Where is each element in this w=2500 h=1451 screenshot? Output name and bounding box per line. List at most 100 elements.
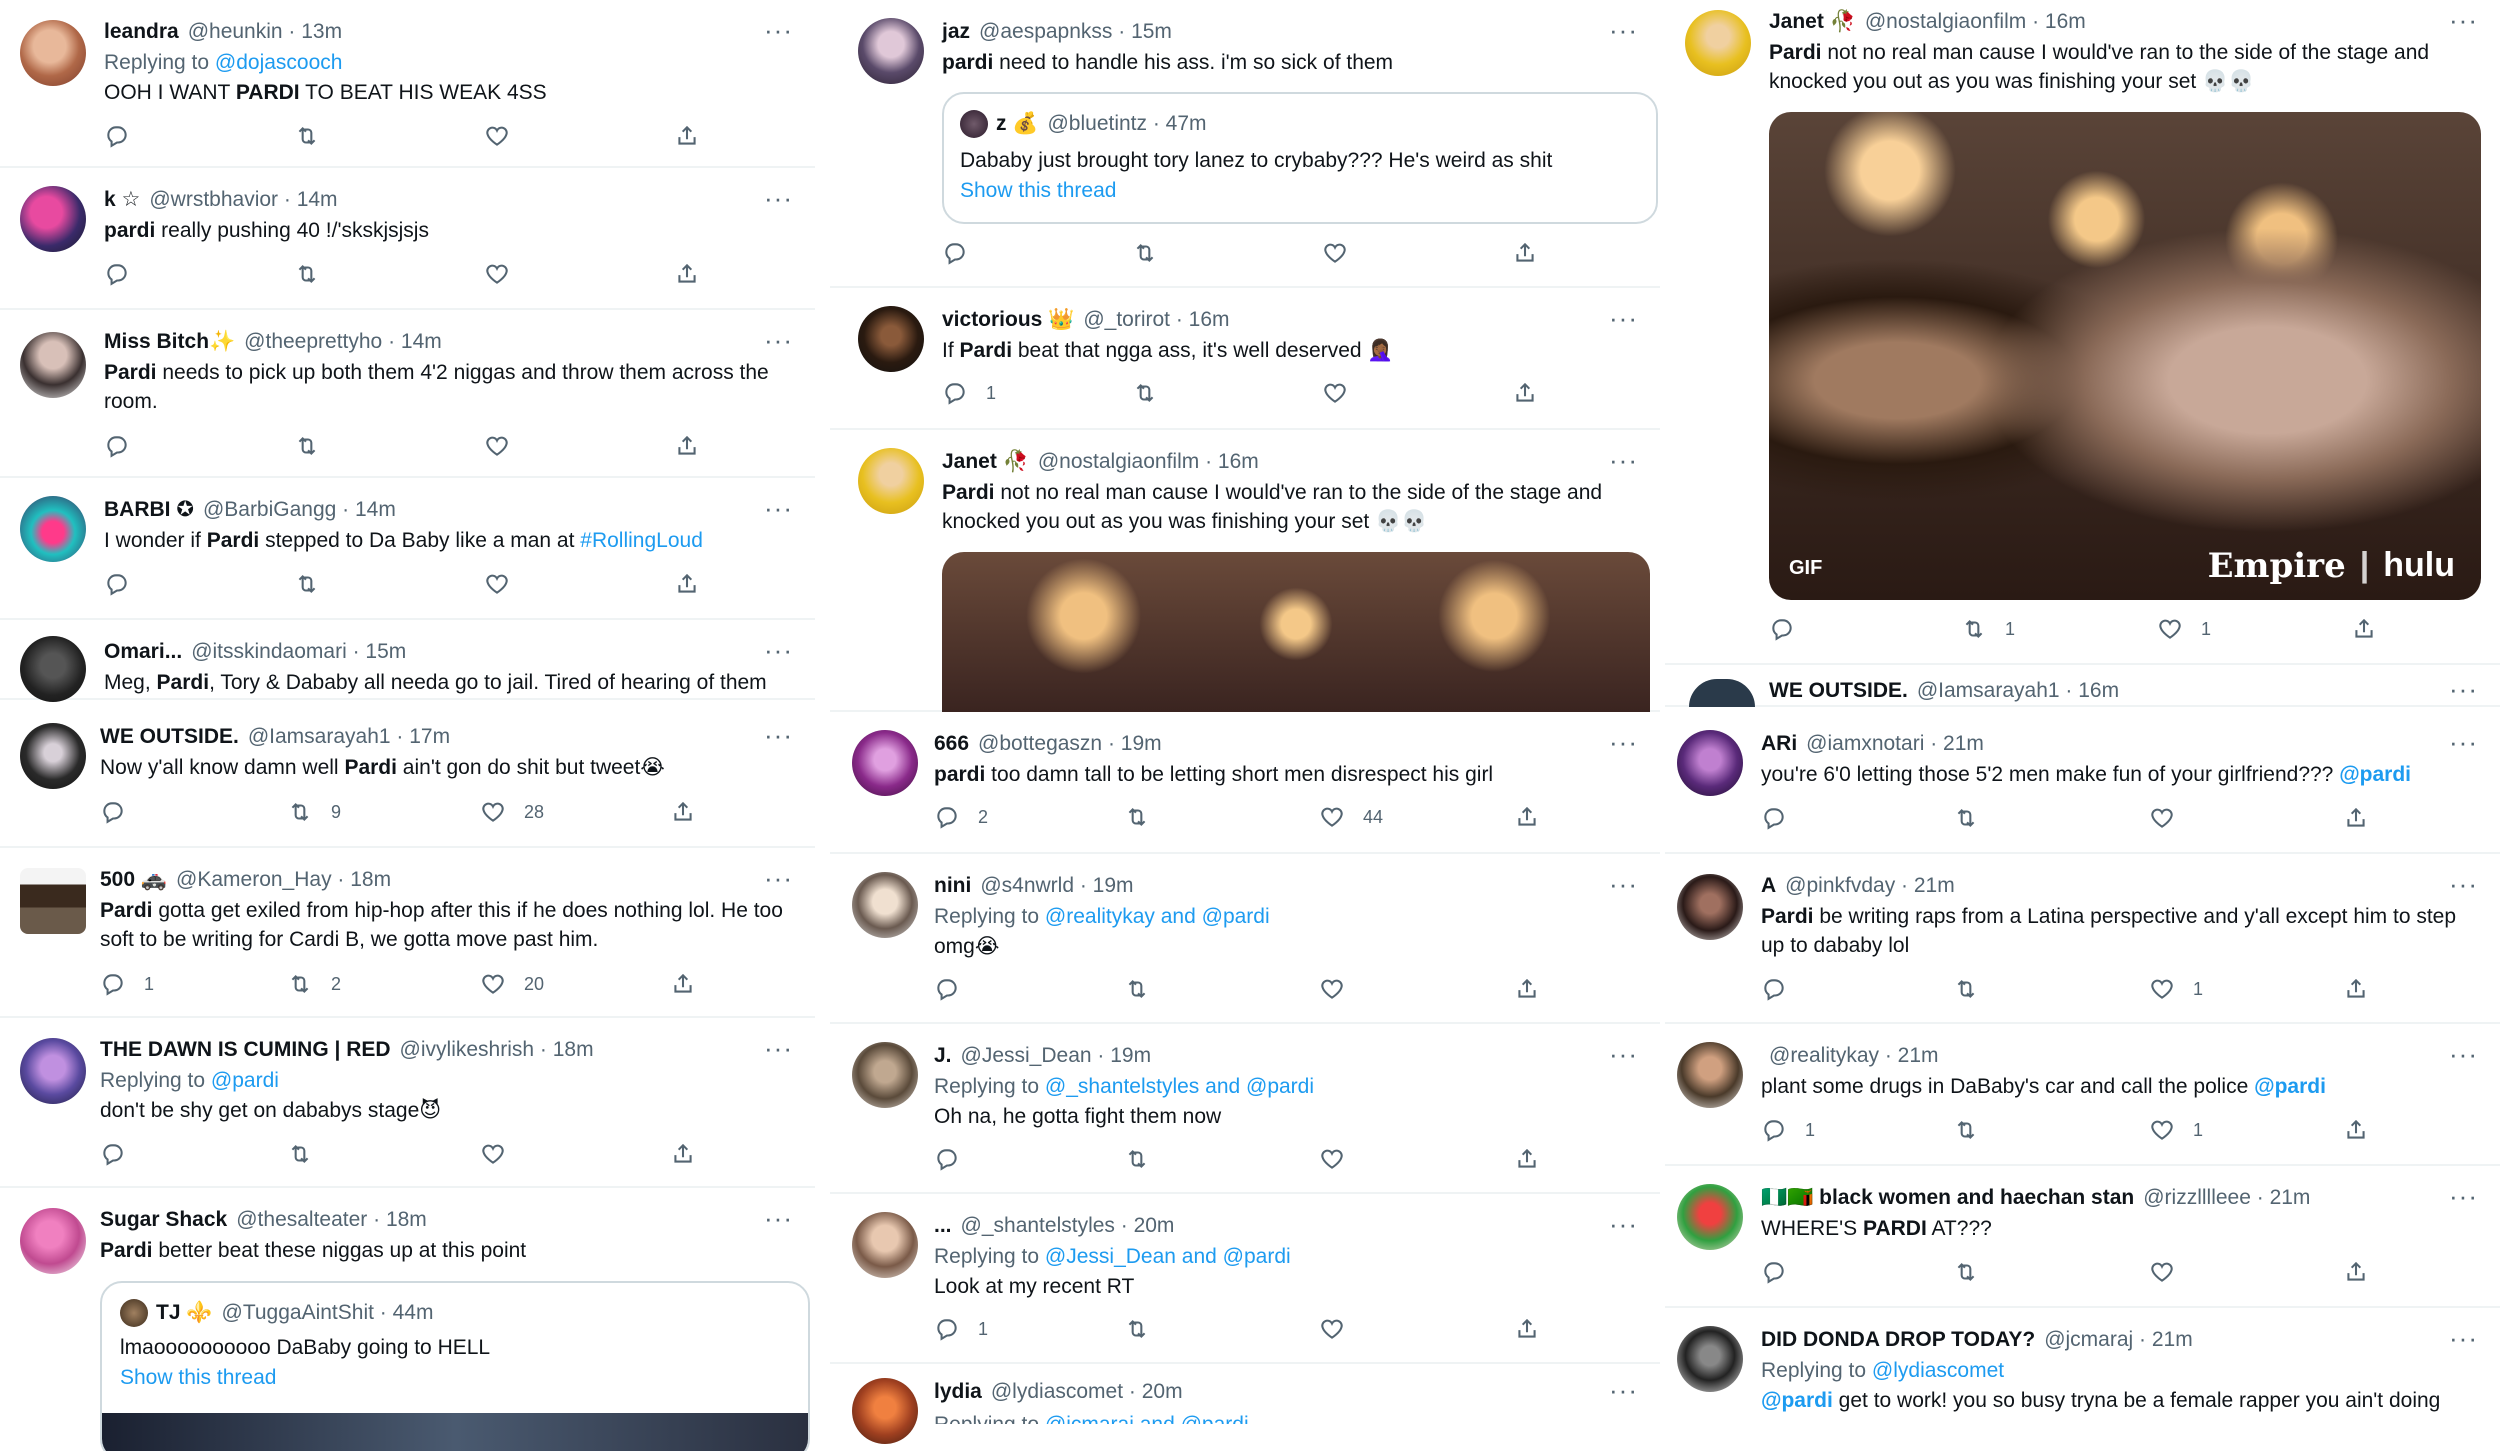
tweet[interactable]: THE DAWN IS CUMING | RED @ivylikeshrish … bbox=[0, 1018, 815, 1188]
share-icon[interactable] bbox=[674, 123, 700, 149]
reply-icon[interactable] bbox=[1761, 1259, 1787, 1285]
avatar[interactable] bbox=[20, 868, 86, 934]
handle-time[interactable]: @_torirot · 16m bbox=[1083, 306, 1229, 334]
more-icon[interactable]: ··· bbox=[1609, 1041, 1638, 1067]
reply-icon[interactable]: 1 bbox=[942, 380, 996, 406]
more-icon[interactable]: ··· bbox=[1609, 447, 1638, 473]
more-icon[interactable]: ··· bbox=[1609, 1377, 1638, 1403]
display-name[interactable]: Janet 🥀 bbox=[1769, 8, 1856, 36]
retweet-icon[interactable] bbox=[1124, 804, 1150, 830]
heart-icon[interactable] bbox=[484, 123, 510, 149]
retweet-icon[interactable] bbox=[1132, 380, 1158, 406]
show-thread-link[interactable]: Show this thread bbox=[960, 179, 1116, 203]
handle-time[interactable]: @thesalteater · 18m bbox=[236, 1206, 427, 1234]
mention-link[interactable]: @pardi bbox=[1761, 1389, 1833, 1412]
retweet-icon[interactable] bbox=[1953, 805, 1979, 831]
retweet-icon[interactable] bbox=[1124, 1316, 1150, 1342]
avatar[interactable] bbox=[20, 186, 86, 252]
more-icon[interactable]: ··· bbox=[1609, 305, 1638, 331]
share-icon[interactable] bbox=[1512, 240, 1538, 266]
handle-time[interactable]: @ivylikeshrish · 18m bbox=[400, 1036, 594, 1064]
tweet[interactable]: J. @Jessi_Dean · 19m ··· Replying to @_s… bbox=[830, 1024, 1660, 1194]
mention-link[interactable]: @_shantelstyles and @pardi bbox=[1045, 1075, 1314, 1098]
handle-time[interactable]: @heunkin · 13m bbox=[188, 18, 342, 46]
mention-link[interactable]: @pardi bbox=[211, 1069, 279, 1092]
more-icon[interactable]: ··· bbox=[2449, 1041, 2478, 1067]
avatar[interactable] bbox=[858, 448, 924, 514]
tweet[interactable]: WE OUTSIDE. @Iamsarayah1 · 17m ··· Now y… bbox=[0, 705, 815, 848]
heart-icon[interactable]: 1 bbox=[2149, 1117, 2203, 1143]
retweet-icon[interactable] bbox=[1124, 1146, 1150, 1172]
tweet[interactable]: Janet 🥀 @nostalgiaonfilm · 16m ··· Pardi… bbox=[1665, 0, 2500, 665]
handle-time[interactable]: @Iamsarayah1 · 16m bbox=[1917, 677, 2119, 705]
display-name[interactable]: BARBI ✪ bbox=[104, 496, 194, 524]
reply-icon[interactable] bbox=[100, 799, 126, 825]
mention-link[interactable]: @jcmaraj and @pardi bbox=[1045, 1413, 1249, 1424]
heart-icon[interactable] bbox=[480, 1141, 506, 1167]
retweet-icon[interactable] bbox=[294, 433, 320, 459]
reply-icon[interactable] bbox=[934, 976, 960, 1002]
display-name[interactable]: A bbox=[1761, 872, 1776, 900]
avatar[interactable] bbox=[1677, 1326, 1743, 1392]
reply-icon[interactable] bbox=[104, 571, 130, 597]
tweet[interactable]: lydia @lydiascomet · 20m ··· Replying to… bbox=[830, 1364, 1660, 1451]
retweet-icon[interactable]: 9 bbox=[287, 799, 341, 825]
handle-time[interactable]: @Jessi_Dean · 19m bbox=[961, 1042, 1152, 1070]
mention-link[interactable]: @lydiascomet bbox=[1872, 1359, 2004, 1382]
more-icon[interactable]: ··· bbox=[764, 17, 793, 43]
avatar[interactable] bbox=[852, 730, 918, 796]
tweet[interactable]: leandra @heunkin · 13m ··· Replying to @… bbox=[0, 0, 815, 168]
more-icon[interactable]: ··· bbox=[2449, 1325, 2478, 1351]
reply-icon[interactable] bbox=[1761, 805, 1787, 831]
avatar[interactable] bbox=[1677, 1184, 1743, 1250]
quoted-tweet[interactable]: z 💰 @bluetintz · 47m Dababy just brought… bbox=[942, 92, 1658, 224]
more-icon[interactable]: ··· bbox=[2449, 1183, 2478, 1209]
handle-time[interactable]: @BarbiGangg · 14m bbox=[203, 496, 396, 524]
more-icon[interactable]: ··· bbox=[764, 722, 793, 748]
avatar[interactable] bbox=[1689, 679, 1755, 707]
avatar[interactable] bbox=[1677, 874, 1743, 940]
more-icon[interactable]: ··· bbox=[764, 1035, 793, 1061]
reply-icon[interactable]: 2 bbox=[934, 804, 988, 830]
display-name[interactable]: WE OUTSIDE. bbox=[100, 723, 239, 751]
handle-time[interactable]: @nostalgiaonfilm · 16m bbox=[1865, 8, 2086, 36]
reply-icon[interactable] bbox=[104, 261, 130, 287]
heart-icon[interactable] bbox=[2149, 805, 2175, 831]
handle-time[interactable]: @Kameron_Hay · 18m bbox=[176, 866, 391, 894]
tweet[interactable]: 🇳🇬🇿🇲 black women and haechan stan @rizzl… bbox=[1665, 1166, 2500, 1308]
gif-media[interactable]: GIF Empire | hulu bbox=[1769, 112, 2481, 600]
handle-time[interactable]: @nostalgiaonfilm · 16m bbox=[1038, 448, 1259, 476]
tweet[interactable]: ARi @iamxnotari · 21m ··· you're 6'0 let… bbox=[1665, 712, 2500, 854]
handle-time[interactable]: @Iamsarayah1 · 17m bbox=[248, 723, 450, 751]
more-icon[interactable]: ··· bbox=[1609, 729, 1638, 755]
retweet-icon[interactable]: 2 bbox=[287, 971, 341, 997]
handle-time[interactable]: @lydiascomet · 20m bbox=[991, 1378, 1183, 1406]
handle-time[interactable]: @s4nwrld · 19m bbox=[980, 872, 1133, 900]
avatar[interactable] bbox=[1677, 730, 1743, 796]
heart-icon[interactable] bbox=[1319, 1316, 1345, 1342]
retweet-icon[interactable]: 1 bbox=[1961, 616, 2015, 642]
display-name[interactable]: Janet 🥀 bbox=[942, 448, 1029, 476]
display-name[interactable]: Omari... bbox=[104, 638, 182, 666]
more-icon[interactable]: ··· bbox=[2449, 729, 2478, 755]
avatar[interactable] bbox=[858, 306, 924, 372]
handle-time[interactable]: @jcmaraj · 21m bbox=[2044, 1326, 2193, 1354]
display-name[interactable]: Miss Bitch✨ bbox=[104, 328, 235, 356]
heart-icon[interactable] bbox=[484, 433, 510, 459]
share-icon[interactable] bbox=[674, 261, 700, 287]
share-icon[interactable] bbox=[670, 971, 696, 997]
display-name[interactable]: WE OUTSIDE. bbox=[1769, 677, 1908, 705]
retweet-icon[interactable] bbox=[1953, 1259, 1979, 1285]
reply-icon[interactable] bbox=[104, 123, 130, 149]
handle-time[interactable]: @itsskindaomari · 15m bbox=[191, 638, 406, 666]
show-thread-link[interactable]: Show this thread bbox=[120, 1366, 276, 1390]
avatar[interactable] bbox=[20, 332, 86, 398]
handle-time[interactable]: @theeprettyho · 14m bbox=[244, 328, 442, 356]
heart-icon[interactable] bbox=[1319, 1146, 1345, 1172]
avatar[interactable] bbox=[858, 18, 924, 84]
more-icon[interactable]: ··· bbox=[1609, 17, 1638, 43]
handle-time[interactable]: @bottegaszn · 19m bbox=[978, 730, 1162, 758]
share-icon[interactable] bbox=[2351, 616, 2377, 642]
reply-icon[interactable]: 1 bbox=[100, 971, 154, 997]
share-icon[interactable] bbox=[2343, 805, 2369, 831]
